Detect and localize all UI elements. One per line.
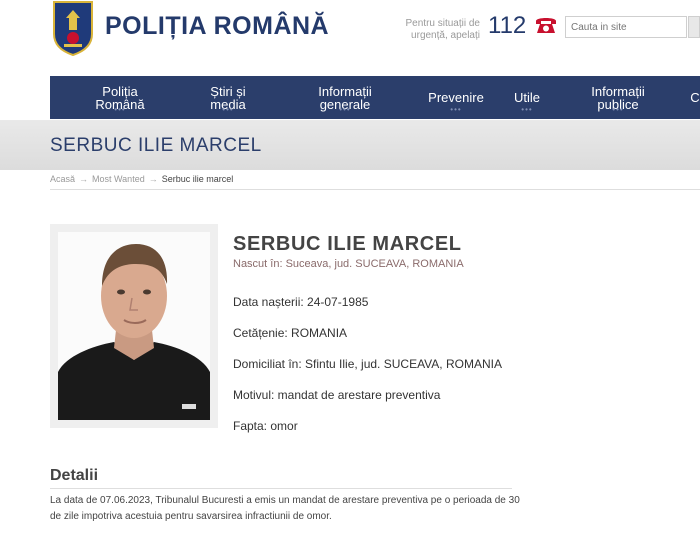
site-title[interactable]: POLIȚIA ROMÂNĂ (105, 12, 329, 41)
divider (50, 189, 700, 190)
nav-item-informatii-publice[interactable]: Informații publice ••• (572, 76, 664, 119)
breadcrumb-current: Serbuc ilie marcel (161, 174, 234, 184)
breadcrumb-most-wanted[interactable]: Most Wanted (92, 174, 145, 184)
search-button[interactable] (688, 16, 700, 38)
breadcrumb-arrow-icon: → (79, 174, 89, 184)
details-text: La data de 07.06.2023, Tribunalul Bucure… (50, 495, 520, 522)
page-title: SERBUC ILIE MARCEL (50, 135, 262, 156)
search-input[interactable] (565, 16, 687, 38)
nav-item-informatii-generale[interactable]: Informații generale ••• (295, 76, 395, 119)
breadcrumb: Acasă → Most Wanted → Serbuc ilie marcel (50, 174, 233, 184)
main-nav: Poliția Română ••• Știri și media ••• In… (50, 76, 700, 119)
person-reason: Motivul: mandat de arestare preventiva (233, 388, 441, 402)
breadcrumb-home[interactable]: Acasă (50, 174, 75, 184)
nav-item-label: C (690, 90, 700, 105)
police-crest-logo[interactable] (50, 0, 96, 56)
nav-item-stiri-media[interactable]: Știri și media ••• (178, 76, 278, 119)
nav-dots: ••• (114, 105, 126, 114)
nav-item-politia-romana[interactable]: Poliția Română ••• (70, 76, 170, 119)
nav-dots: ••• (222, 105, 234, 114)
nav-item-utile[interactable]: Utile ••• (500, 76, 554, 119)
nav-item-prevenire[interactable]: Prevenire ••• (408, 76, 504, 119)
site-header: POLIȚIA ROMÂNĂ Pentru situații de urgenț… (0, 0, 700, 70)
emergency-number: 112 (488, 12, 527, 39)
nav-dots: ••• (612, 105, 624, 114)
breadcrumb-arrow-icon: → (148, 174, 158, 184)
nav-dots: ••• (450, 105, 462, 114)
person-residence: Domiciliat în: Sfintu Ilie, jud. SUCEAVA… (233, 357, 502, 371)
person-citizenship: Cetățenie: ROMANIA (233, 326, 348, 340)
nav-item-contact[interactable]: C (690, 76, 700, 119)
phone-icon (536, 18, 556, 33)
person-birth-date: Data nașterii: 24-07-1985 (233, 295, 369, 309)
emergency-text: Pentru situații de urgență, apelați (405, 18, 481, 41)
person-birthplace: Nascut în: Suceava, jud. SUCEAVA, ROMANI… (233, 258, 464, 270)
nav-dots: ••• (339, 105, 351, 114)
person-name: SERBUC ILIE MARCEL (233, 233, 462, 255)
suspect-photo (58, 232, 210, 420)
divider (50, 488, 512, 489)
person-offense: Fapta: omor (233, 419, 298, 433)
details-heading: Detalii (50, 467, 99, 484)
nav-dots: ••• (521, 105, 533, 114)
